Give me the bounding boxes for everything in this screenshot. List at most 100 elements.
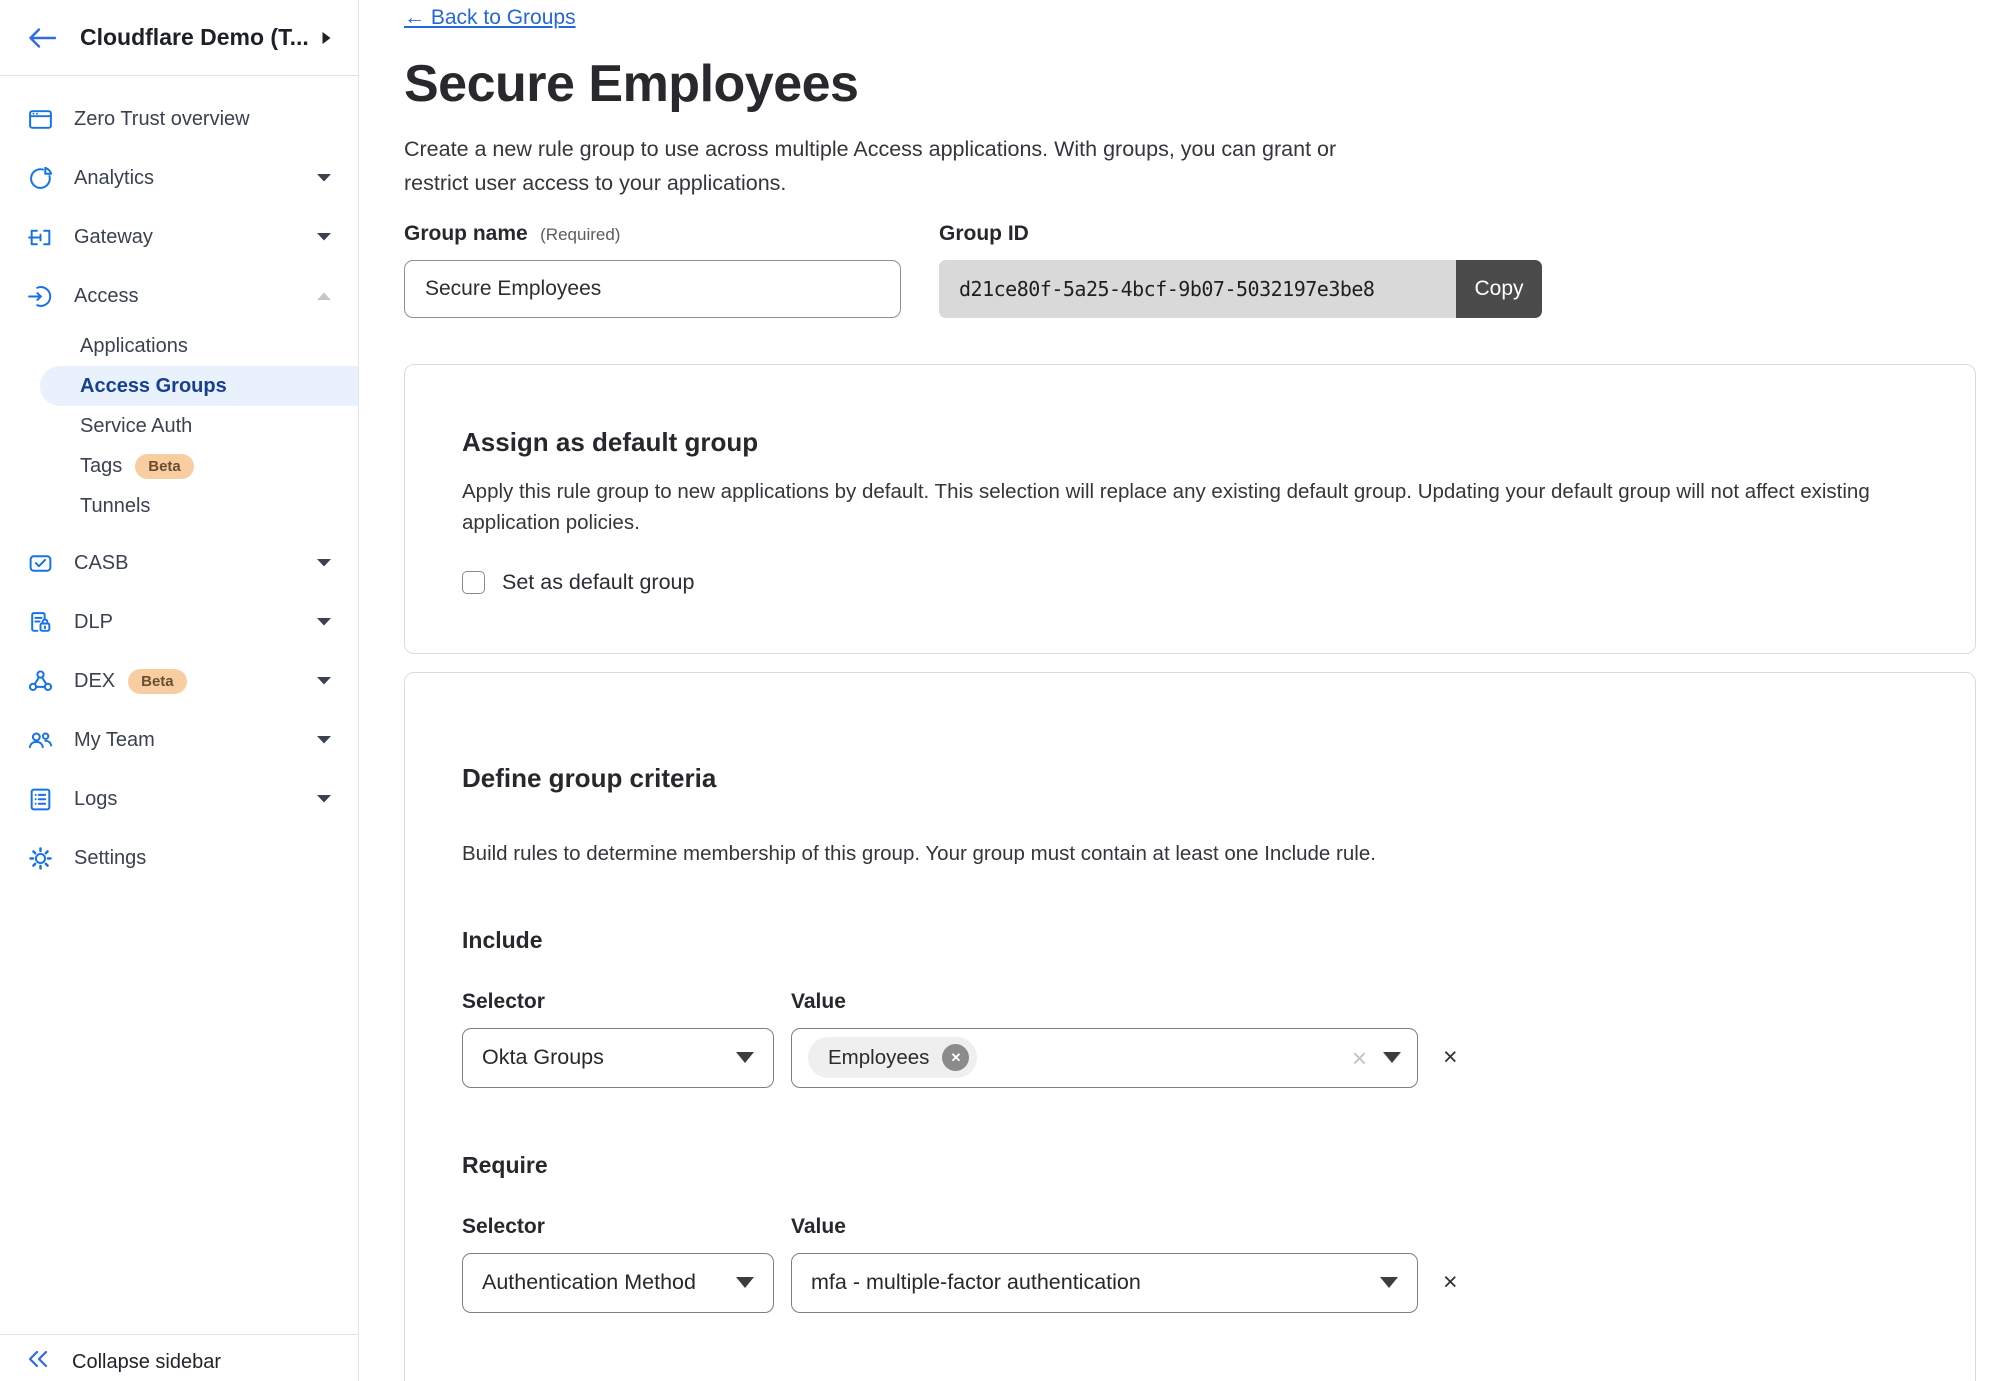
document-lock-icon bbox=[26, 609, 54, 636]
gateway-icon bbox=[26, 224, 54, 251]
group-name-label: Group name bbox=[404, 222, 528, 245]
criteria-card: Define group criteria Build rules to det… bbox=[404, 672, 1976, 1381]
sidebar: Cloudflare Demo (T... Zero Trust overvie… bbox=[0, 0, 359, 1381]
chevron-down-icon bbox=[316, 614, 332, 632]
remove-require-rule-icon[interactable]: × bbox=[1443, 1270, 1915, 1295]
access-login-icon bbox=[26, 283, 54, 310]
include-value-multiselect[interactable]: Employees ✕ × bbox=[791, 1028, 1418, 1088]
sidebar-item-service-auth[interactable]: Service Auth bbox=[0, 406, 358, 446]
sidebar-item-logs[interactable]: Logs bbox=[0, 770, 358, 829]
sidebar-item-label: Access Groups bbox=[80, 375, 227, 398]
chevron-down-icon bbox=[316, 791, 332, 809]
chevron-down-icon bbox=[316, 732, 332, 750]
gear-icon bbox=[26, 845, 54, 872]
sidebar-item-dex[interactable]: DEX Beta bbox=[0, 652, 358, 711]
group-id-field-group: Group ID d21ce80f-5a25-4bcf-9b07-5032197… bbox=[939, 222, 1542, 318]
sidebar-item-label: Tags bbox=[80, 455, 122, 478]
default-group-checkbox-row: Set as default group bbox=[462, 570, 1915, 595]
group-name-input[interactable] bbox=[404, 260, 901, 318]
sidebar-item-gateway[interactable]: Gateway bbox=[0, 208, 358, 267]
clear-values-icon[interactable]: × bbox=[1352, 1045, 1367, 1071]
account-name: Cloudflare Demo (T... bbox=[80, 24, 315, 51]
require-value-text: mfa - multiple-factor authentication bbox=[811, 1270, 1141, 1295]
double-chevron-left-icon bbox=[26, 1349, 50, 1375]
access-submenu: Applications Access Groups Service Auth … bbox=[0, 326, 358, 534]
sidebar-item-label: DEX bbox=[74, 670, 115, 693]
value-tag: Employees ✕ bbox=[808, 1037, 977, 1078]
require-selector-label: Selector bbox=[462, 1215, 774, 1239]
chevron-down-icon bbox=[1380, 1277, 1398, 1288]
include-value-label: Value bbox=[791, 990, 1418, 1014]
sidebar-item-label: Zero Trust overview bbox=[74, 108, 250, 131]
sidebar-item-label: Analytics bbox=[74, 167, 154, 190]
chevron-down-icon bbox=[316, 555, 332, 573]
chevron-down-icon bbox=[316, 673, 332, 691]
sidebar-item-tunnels[interactable]: Tunnels bbox=[0, 486, 358, 526]
require-rule-row: Selector Value Authentication Method mfa… bbox=[462, 1215, 1915, 1313]
page-description: Create a new rule group to use across mu… bbox=[404, 132, 1404, 200]
window-icon bbox=[26, 106, 54, 133]
page-title: Secure Employees bbox=[404, 54, 1999, 114]
remove-include-rule-icon[interactable]: × bbox=[1443, 1045, 1915, 1070]
sidebar-item-label: My Team bbox=[74, 729, 155, 752]
default-group-description: Apply this rule group to new application… bbox=[462, 476, 1902, 538]
set-default-group-label: Set as default group bbox=[502, 570, 694, 595]
chevron-down-icon bbox=[1383, 1052, 1401, 1063]
require-heading: Require bbox=[462, 1152, 1915, 1179]
account-switcher-caret-icon[interactable] bbox=[321, 30, 332, 46]
sidebar-item-label: Tunnels bbox=[80, 495, 150, 518]
sidebar-item-access[interactable]: Access bbox=[0, 267, 358, 326]
collapse-sidebar-label: Collapse sidebar bbox=[72, 1351, 221, 1374]
copy-button[interactable]: Copy bbox=[1456, 260, 1542, 318]
require-value-dropdown[interactable]: mfa - multiple-factor authentication bbox=[791, 1253, 1418, 1313]
network-nodes-icon bbox=[26, 668, 54, 695]
sidebar-item-tags[interactable]: Tags Beta bbox=[0, 446, 358, 486]
remove-tag-icon[interactable]: ✕ bbox=[942, 1044, 969, 1071]
include-heading: Include bbox=[462, 927, 1915, 954]
pie-chart-icon bbox=[26, 165, 54, 192]
sidebar-nav: Zero Trust overview Analytics Gateway Ac… bbox=[0, 76, 358, 1334]
sidebar-item-analytics[interactable]: Analytics bbox=[0, 149, 358, 208]
include-selector-label: Selector bbox=[462, 990, 774, 1014]
sidebar-item-access-groups[interactable]: Access Groups bbox=[40, 366, 358, 406]
require-value-label: Value bbox=[791, 1215, 1418, 1239]
main-content: ← Back to Groups Secure Employees Create… bbox=[359, 0, 1999, 1381]
require-selector-dropdown[interactable]: Authentication Method bbox=[462, 1253, 774, 1313]
group-name-field-group: Group name (Required) bbox=[404, 222, 901, 318]
default-group-heading: Assign as default group bbox=[462, 427, 1915, 458]
sidebar-item-label: DLP bbox=[74, 611, 113, 634]
group-id-label: Group ID bbox=[939, 222, 1542, 246]
chevron-down-icon bbox=[316, 229, 332, 247]
required-hint: (Required) bbox=[540, 225, 620, 244]
back-arrow-icon[interactable] bbox=[26, 25, 58, 51]
group-meta-row: Group name (Required) Group ID d21ce80f-… bbox=[404, 222, 1999, 318]
sidebar-item-applications[interactable]: Applications bbox=[0, 326, 358, 366]
sidebar-item-zero-trust-overview[interactable]: Zero Trust overview bbox=[0, 90, 358, 149]
chevron-up-icon bbox=[316, 288, 332, 306]
account-header: Cloudflare Demo (T... bbox=[0, 0, 358, 76]
criteria-heading: Define group criteria bbox=[462, 763, 1915, 794]
group-id-value: d21ce80f-5a25-4bcf-9b07-5032197e3be8 bbox=[939, 260, 1456, 318]
chevron-down-icon bbox=[736, 1052, 754, 1063]
group-id-wrap: d21ce80f-5a25-4bcf-9b07-5032197e3be8 Cop… bbox=[939, 260, 1542, 318]
sidebar-item-label: Gateway bbox=[74, 226, 153, 249]
sidebar-item-label: Logs bbox=[74, 788, 117, 811]
chevron-down-icon bbox=[316, 170, 332, 188]
include-rule-row: Selector Value Okta Groups Employees ✕ ×… bbox=[462, 990, 1915, 1088]
log-list-icon bbox=[26, 786, 54, 813]
sidebar-item-casb[interactable]: CASB bbox=[0, 534, 358, 593]
sidebar-item-my-team[interactable]: My Team bbox=[0, 711, 358, 770]
back-to-groups-link[interactable]: ← Back to Groups bbox=[404, 6, 576, 30]
beta-badge: Beta bbox=[135, 454, 194, 479]
sidebar-item-settings[interactable]: Settings bbox=[0, 829, 358, 888]
people-icon bbox=[26, 727, 54, 754]
collapse-sidebar-button[interactable]: Collapse sidebar bbox=[0, 1334, 358, 1381]
sidebar-item-label: Access bbox=[74, 285, 138, 308]
set-default-group-checkbox[interactable] bbox=[462, 571, 485, 594]
include-selector-dropdown[interactable]: Okta Groups bbox=[462, 1028, 774, 1088]
sidebar-item-label: CASB bbox=[74, 552, 128, 575]
sidebar-item-dlp[interactable]: DLP bbox=[0, 593, 358, 652]
value-tag-label: Employees bbox=[828, 1046, 929, 1070]
beta-badge: Beta bbox=[128, 669, 187, 694]
default-group-card: Assign as default group Apply this rule … bbox=[404, 364, 1976, 654]
